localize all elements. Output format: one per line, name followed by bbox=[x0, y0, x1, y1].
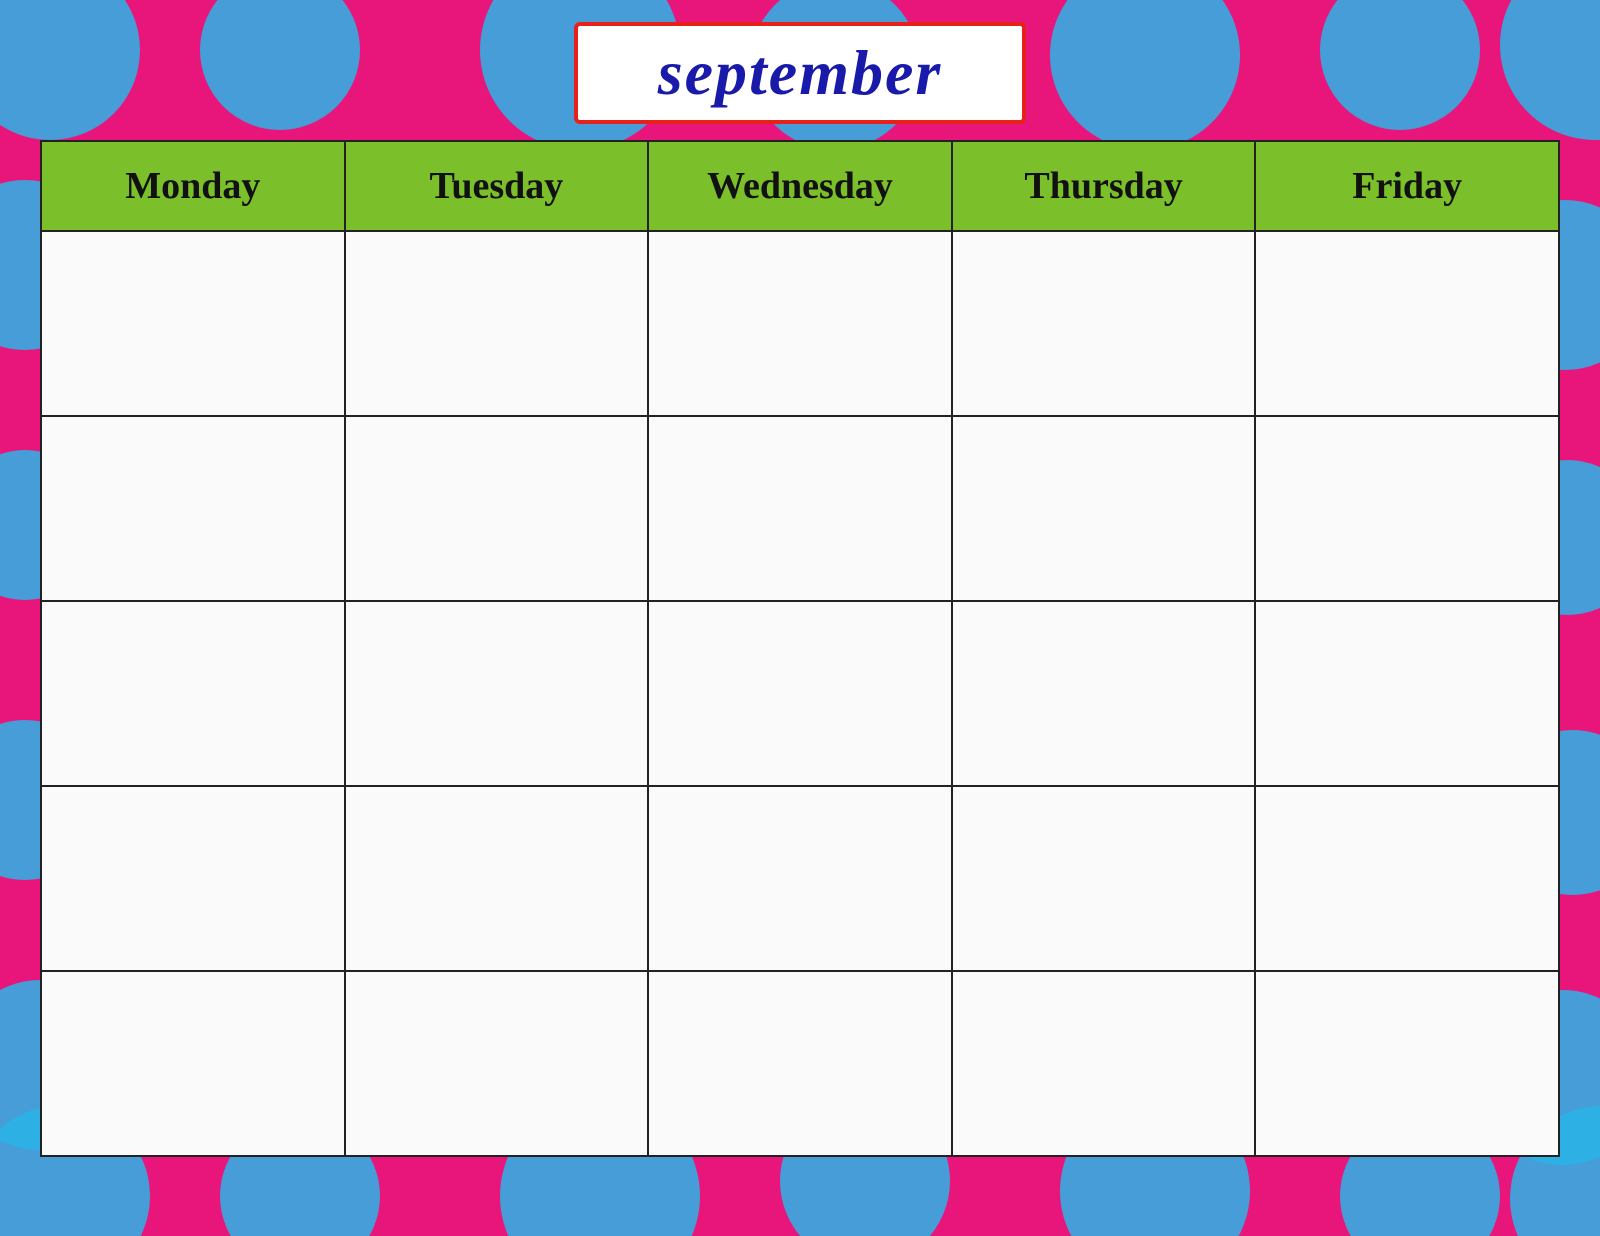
cell-r3c1[interactable] bbox=[41, 601, 345, 786]
cell-r1c3[interactable] bbox=[648, 231, 952, 416]
cell-r1c1[interactable] bbox=[41, 231, 345, 416]
cell-r2c5[interactable] bbox=[1255, 416, 1559, 601]
cell-r5c3[interactable] bbox=[648, 971, 952, 1156]
cell-r4c3[interactable] bbox=[648, 786, 952, 971]
table-row bbox=[41, 416, 1559, 601]
cell-r4c4[interactable] bbox=[952, 786, 1256, 971]
month-title-box: september bbox=[574, 22, 1027, 124]
cell-r5c4[interactable] bbox=[952, 971, 1256, 1156]
cell-r5c2[interactable] bbox=[345, 971, 649, 1156]
month-title: september bbox=[658, 37, 943, 108]
header-thursday: Thursday bbox=[952, 141, 1256, 231]
table-row bbox=[41, 231, 1559, 416]
main-container: september Monday Tuesday Wednesday Thurs… bbox=[0, 0, 1600, 1236]
cell-r3c4[interactable] bbox=[952, 601, 1256, 786]
header-friday: Friday bbox=[1255, 141, 1559, 231]
header-monday: Monday bbox=[41, 141, 345, 231]
cell-r2c4[interactable] bbox=[952, 416, 1256, 601]
cell-r1c4[interactable] bbox=[952, 231, 1256, 416]
cell-r3c5[interactable] bbox=[1255, 601, 1559, 786]
table-row bbox=[41, 786, 1559, 971]
cell-r1c2[interactable] bbox=[345, 231, 649, 416]
table-row bbox=[41, 601, 1559, 786]
cell-r3c3[interactable] bbox=[648, 601, 952, 786]
cell-r4c2[interactable] bbox=[345, 786, 649, 971]
cell-r2c1[interactable] bbox=[41, 416, 345, 601]
header-wednesday: Wednesday bbox=[648, 141, 952, 231]
cell-r3c2[interactable] bbox=[345, 601, 649, 786]
cell-r4c1[interactable] bbox=[41, 786, 345, 971]
cell-r4c5[interactable] bbox=[1255, 786, 1559, 971]
header-row: Monday Tuesday Wednesday Thursday Friday bbox=[41, 141, 1559, 231]
calendar-table: Monday Tuesday Wednesday Thursday Friday bbox=[40, 140, 1560, 1157]
table-row bbox=[41, 971, 1559, 1156]
cell-r5c5[interactable] bbox=[1255, 971, 1559, 1156]
cell-r5c1[interactable] bbox=[41, 971, 345, 1156]
cell-r1c5[interactable] bbox=[1255, 231, 1559, 416]
cell-r2c2[interactable] bbox=[345, 416, 649, 601]
header-tuesday: Tuesday bbox=[345, 141, 649, 231]
cell-r2c3[interactable] bbox=[648, 416, 952, 601]
